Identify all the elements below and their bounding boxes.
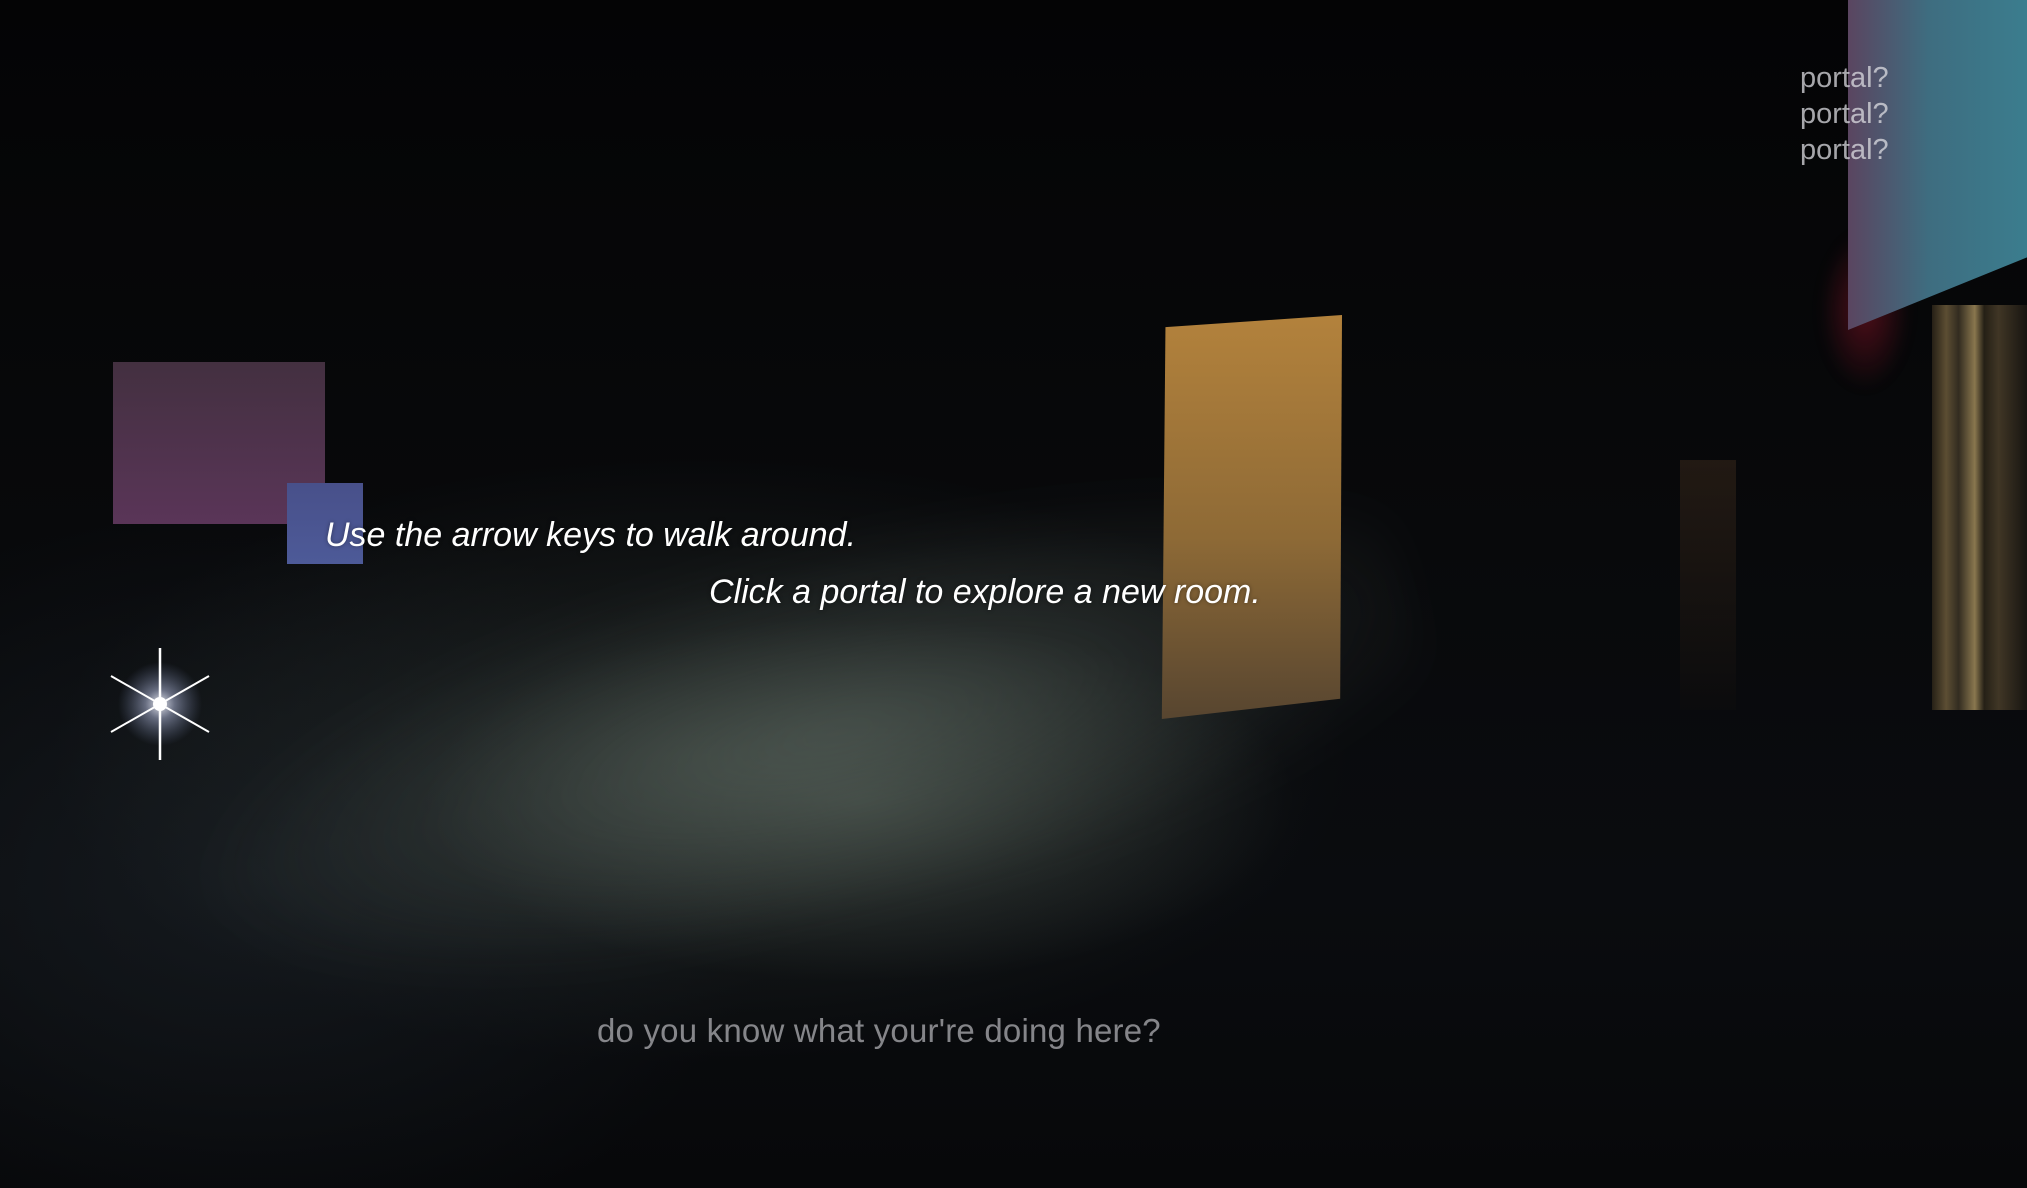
wall-strip	[1680, 460, 1736, 710]
prompt-question: do you know what your're doing here?	[597, 1012, 1161, 1049]
sparkle-icon	[110, 648, 210, 760]
portal-link[interactable]: portal?	[1800, 96, 1889, 132]
portal-link[interactable]: portal?	[1800, 132, 1889, 168]
window-right	[1932, 305, 2027, 710]
instruction-walk: Use the arrow keys to walk around.	[325, 516, 857, 554]
portal-link[interactable]: portal?	[1800, 60, 1889, 96]
game-scene[interactable]: Use the arrow keys to walk around. Click…	[0, 0, 2027, 1188]
portal-link-list: portal? portal? portal?	[1800, 60, 1889, 168]
portal-gold[interactable]	[1161, 315, 1342, 719]
instruction-portal: Click a portal to explore a new room.	[709, 573, 1261, 611]
